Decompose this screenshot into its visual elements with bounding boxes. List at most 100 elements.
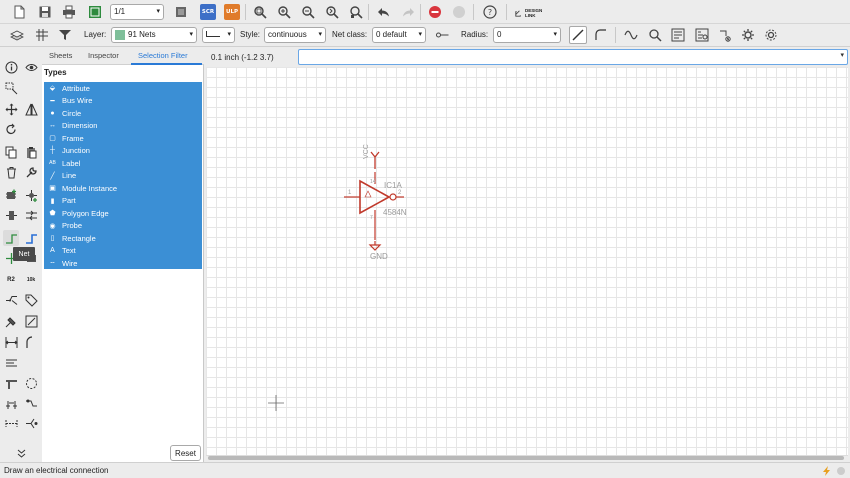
status-text: Draw an electrical connection <box>4 466 109 475</box>
cam-processor-icon[interactable] <box>86 3 104 21</box>
tab-inspector[interactable]: Inspector <box>88 51 119 60</box>
schematic-canvas[interactable]: VCC 14 1 2 IC1A 4584N 7 GND <box>206 67 848 455</box>
width-select[interactable]: ▾ <box>202 27 235 43</box>
ulp-button[interactable]: ULP <box>224 4 240 20</box>
net-tool-icon[interactable] <box>3 230 19 246</box>
change-wrench-icon[interactable] <box>23 164 39 180</box>
types-heading: Types <box>44 68 67 77</box>
netclass-select[interactable]: 0 default ▾ <box>372 27 426 43</box>
zoom-select-icon[interactable] <box>347 3 365 21</box>
command-history-dropdown[interactable]: ▾ <box>840 51 844 59</box>
probe-icon: ◉ <box>49 222 56 230</box>
type-item[interactable]: ⬙ Attribute <box>44 82 202 95</box>
type-item[interactable]: ━ Bus Wire <box>44 95 202 108</box>
zoom-out-icon[interactable] <box>299 3 317 21</box>
smash-icon[interactable] <box>3 313 19 329</box>
tab-selection-filter[interactable]: Selection Filter <box>138 51 188 60</box>
settings-gear-icon[interactable] <box>762 26 780 44</box>
frame-icon[interactable] <box>3 375 19 391</box>
show-icon[interactable] <box>646 26 664 44</box>
print-icon[interactable] <box>60 3 78 21</box>
wire-bend-round-icon[interactable] <box>592 26 610 44</box>
gear-icon[interactable] <box>739 26 757 44</box>
show-eye-icon[interactable] <box>23 59 39 75</box>
board-switch-icon[interactable] <box>172 3 190 21</box>
wire-bend-straight-icon[interactable] <box>569 26 587 44</box>
type-item[interactable]: ▮ Part <box>44 195 202 208</box>
zoom-in-icon[interactable] <box>275 3 293 21</box>
scrollbar-thumb[interactable] <box>208 456 844 460</box>
grid-icon[interactable] <box>33 26 51 44</box>
style-select[interactable]: continuous ▾ <box>264 27 326 43</box>
erc-icon[interactable] <box>669 26 687 44</box>
zoom-fit-icon[interactable] <box>251 3 269 21</box>
script-button[interactable]: SCR <box>200 4 216 20</box>
group-icon[interactable] <box>3 80 19 96</box>
bus-tool-icon[interactable] <box>23 230 39 246</box>
mirror-icon[interactable] <box>23 101 39 117</box>
info-icon[interactable] <box>3 59 19 75</box>
type-item[interactable]: ┼ Junction <box>44 145 202 158</box>
rotate-icon[interactable] <box>3 121 19 137</box>
polygon-icon[interactable] <box>3 395 19 411</box>
zoom-redraw-icon[interactable] <box>323 3 341 21</box>
line-draw-icon[interactable] <box>23 313 39 329</box>
undo-icon[interactable] <box>375 3 393 21</box>
status-bar: Draw an electrical connection <box>0 462 850 478</box>
type-item[interactable]: ╱ Line <box>44 170 202 183</box>
name-icon[interactable]: R2 <box>3 272 19 288</box>
type-item[interactable]: ↔ Dimension <box>44 120 202 133</box>
add-part-icon[interactable] <box>3 187 19 203</box>
filter-icon[interactable] <box>56 26 74 44</box>
layer-select[interactable]: 91 Nets ▾ <box>111 27 197 43</box>
move-icon[interactable] <box>3 101 19 117</box>
invoke-gate-icon[interactable] <box>3 207 19 223</box>
layer-settings-icon[interactable] <box>8 26 26 44</box>
type-item[interactable]: ▢ Frame <box>44 132 202 145</box>
measure-icon[interactable] <box>3 415 19 431</box>
type-item[interactable]: ● Circle <box>44 107 202 120</box>
circle-dashed-icon[interactable] <box>23 375 39 391</box>
paste-icon[interactable] <box>23 144 39 160</box>
type-item[interactable]: ⬟ Polygon Edge <box>44 207 202 220</box>
lightning-icon[interactable] <box>822 466 832 476</box>
replace-icon[interactable] <box>23 187 39 203</box>
netlist-icon[interactable] <box>716 26 734 44</box>
tag-attribute-icon[interactable] <box>23 292 39 308</box>
go-icon[interactable] <box>450 3 468 21</box>
active-tab-indicator <box>131 63 202 65</box>
type-item[interactable]: ╌ Wire <box>44 257 202 270</box>
pin-swap-icon[interactable] <box>23 207 39 223</box>
more-chevron-icon[interactable] <box>13 445 29 461</box>
radius-input[interactable]: 0 ▾ <box>493 27 561 43</box>
split-icon[interactable] <box>3 292 19 308</box>
probe-icon[interactable] <box>23 415 39 431</box>
arc-icon[interactable] <box>23 334 39 350</box>
type-item[interactable]: ◉ Probe <box>44 220 202 233</box>
stop-small-icon[interactable] <box>836 466 846 476</box>
help-icon[interactable]: ? <box>481 3 499 21</box>
signal-wave-icon[interactable] <box>622 26 640 44</box>
connect-icon[interactable] <box>23 395 39 411</box>
save-icon[interactable] <box>36 3 54 21</box>
command-line-input[interactable]: ▾ <box>298 49 848 65</box>
design-link-button[interactable]: DESIGN LINK <box>514 6 550 20</box>
main-toolbar: 1/1 ▾ SCR ULP ? DESIGN LINK <box>0 0 850 24</box>
type-item[interactable]: A Text <box>44 245 202 258</box>
copy-icon[interactable] <box>3 144 19 160</box>
stop-icon[interactable] <box>426 3 444 21</box>
text-icon[interactable] <box>3 354 19 370</box>
value-icon[interactable]: 10k <box>23 272 39 288</box>
tab-sheets[interactable]: Sheets <box>49 51 72 60</box>
type-item[interactable]: ▣ Module Instance <box>44 182 202 195</box>
new-file-icon[interactable] <box>10 3 28 21</box>
dimension-icon[interactable] <box>3 334 19 350</box>
type-item[interactable]: AB Label <box>44 157 202 170</box>
attributes-icon[interactable] <box>693 26 711 44</box>
reset-button[interactable]: Reset <box>170 445 201 461</box>
type-item[interactable]: ▯ Rectangle <box>44 232 202 245</box>
netclass-edit-icon[interactable] <box>433 26 451 44</box>
sheet-select[interactable]: 1/1 ▾ <box>110 4 164 20</box>
redo-icon[interactable] <box>399 3 417 21</box>
delete-icon[interactable] <box>3 164 19 180</box>
